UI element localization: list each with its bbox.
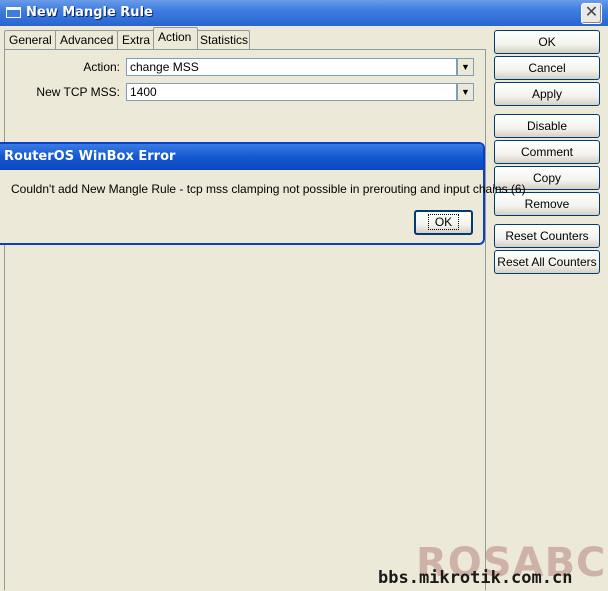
tab-extra[interactable]: Extra: [117, 30, 155, 49]
tab-action[interactable]: Action: [153, 27, 198, 49]
mangle-rule-window: New Mangle Rule ✕ General Advanced Extra…: [0, 0, 608, 591]
error-dialog: RouterOS WinBox Error Couldn't add New M…: [0, 142, 526, 245]
tcp-mss-select[interactable]: 1400: [126, 83, 457, 101]
tab-advanced[interactable]: Advanced: [55, 30, 118, 49]
ok-button[interactable]: OK: [494, 30, 600, 54]
tab-panel-action: [4, 49, 486, 590]
mss-dropdown-button[interactable]: ▼: [457, 83, 474, 101]
apply-button[interactable]: Apply: [494, 82, 600, 106]
error-dialog-title: RouterOS WinBox Error: [4, 149, 176, 164]
tab-statistics[interactable]: Statistics: [195, 30, 250, 49]
action-label: Action:: [83, 60, 120, 74]
window-icon: [6, 7, 21, 18]
comment-button[interactable]: Comment: [494, 140, 600, 164]
error-ok-button[interactable]: OK: [414, 210, 473, 235]
mss-label: New TCP MSS:: [36, 85, 120, 99]
error-dialog-titlebar[interactable]: RouterOS WinBox Error: [0, 144, 483, 170]
error-message: Couldn't add New Mangle Rule - tcp mss c…: [11, 182, 526, 196]
reset-counters-button[interactable]: Reset Counters: [494, 224, 600, 248]
reset-all-counters-button[interactable]: Reset All Counters: [494, 250, 600, 274]
window-title: New Mangle Rule: [26, 5, 153, 20]
tab-general[interactable]: General: [4, 30, 58, 49]
close-button[interactable]: ✕: [581, 3, 602, 24]
action-select[interactable]: change MSS: [126, 58, 457, 76]
watermark-site: bbs.mikrotik.com.cn: [378, 568, 573, 588]
window-titlebar[interactable]: New Mangle Rule ✕: [0, 0, 608, 26]
disable-button[interactable]: Disable: [494, 114, 600, 138]
cancel-button[interactable]: Cancel: [494, 56, 600, 80]
error-ok-label: OK: [427, 214, 460, 230]
action-dropdown-button[interactable]: ▼: [457, 58, 474, 76]
